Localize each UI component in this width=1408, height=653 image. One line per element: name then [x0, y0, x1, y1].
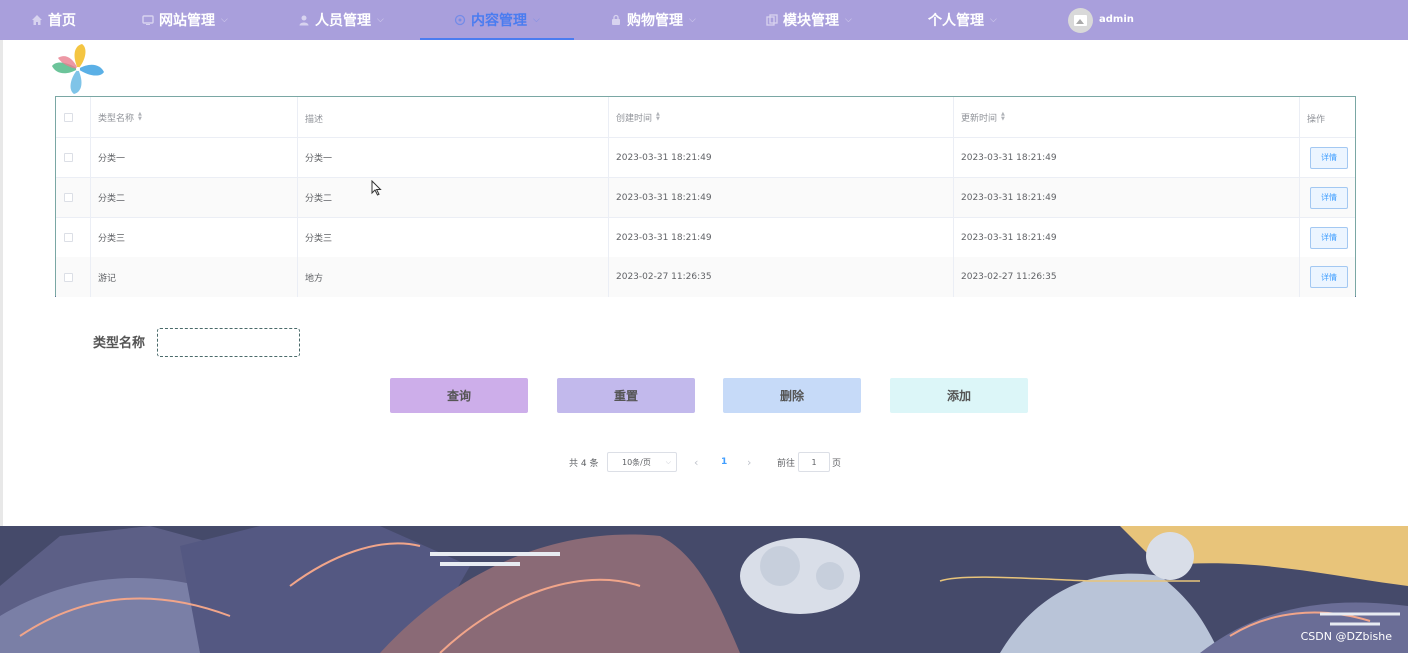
row-checkbox[interactable]: [64, 233, 73, 242]
cell-updated: 2023-03-31 18:21:49: [954, 178, 1300, 217]
row-checkbox[interactable]: [64, 272, 73, 282]
nav-item-module[interactable]: 模块管理 ⌵: [766, 0, 852, 40]
cell-desc: 分类一: [298, 138, 609, 177]
chevron-down-icon: ⌵: [845, 15, 852, 25]
cell-name: 分类三: [91, 218, 298, 257]
user-name[interactable]: admin: [1099, 0, 1134, 40]
detail-button[interactable]: 详情: [1310, 186, 1348, 209]
watermark: CSDN @DZbishe: [1300, 630, 1392, 643]
detail-button[interactable]: 详情: [1310, 266, 1348, 288]
nav-label: 网站管理: [159, 13, 215, 29]
table-row: 分类二 分类二 2023-03-31 18:21:49 2023-03-31 1…: [56, 178, 1355, 218]
image-icon: [1074, 15, 1087, 26]
table-row: 分类三 分类三 2023-03-31 18:21:49 2023-03-31 1…: [56, 218, 1355, 258]
nav-item-content[interactable]: 内容管理 ⌵: [420, 0, 574, 40]
cell-name: 游记: [91, 257, 298, 297]
content-icon: [454, 14, 466, 26]
chevron-down-icon: ⌵: [990, 15, 997, 25]
cell-updated: 2023-03-31 18:21:49: [954, 218, 1300, 257]
active-underline: [420, 38, 574, 40]
chevron-down-icon: ⌵: [221, 15, 228, 25]
cell-name: 分类二: [91, 178, 298, 217]
table-header: 类型名称 ▲ ▼ 描述 创建时间 ▲ ▼ 更新时间 ▲ ▼ 操作: [56, 97, 1355, 138]
sort-icon[interactable]: ▲ ▼: [138, 112, 142, 122]
type-name-input[interactable]: [157, 328, 300, 357]
select-all-checkbox[interactable]: [64, 112, 73, 122]
column-header-name[interactable]: 类型名称 ▲ ▼: [91, 97, 298, 137]
page-size-select[interactable]: 10条/页 ⌵: [607, 452, 677, 472]
next-page-button[interactable]: ›: [747, 452, 751, 472]
nav-label: 首页: [48, 13, 76, 29]
query-button[interactable]: 查询: [390, 378, 528, 413]
chevron-down-icon: ⌵: [377, 15, 384, 25]
prev-page-button[interactable]: ‹: [694, 452, 698, 472]
category-table: 类型名称 ▲ ▼ 描述 创建时间 ▲ ▼ 更新时间 ▲ ▼ 操作 分类一 分类一 20…: [55, 96, 1356, 297]
mouse-cursor-icon: [371, 180, 382, 196]
cell-desc: 地方: [298, 257, 609, 297]
cell-updated: 2023-02-27 11:26:35: [954, 257, 1300, 297]
left-edge: [0, 40, 3, 526]
cell-created: 2023-02-27 11:26:35: [609, 257, 954, 297]
column-header-desc: 描述: [298, 97, 609, 137]
row-checkbox[interactable]: [64, 193, 73, 202]
chevron-down-icon: ⌵: [533, 15, 540, 25]
cell-created: 2023-03-31 18:21:49: [609, 138, 954, 177]
nav-label: 内容管理: [471, 13, 527, 29]
cell-created: 2023-03-31 18:21:49: [609, 178, 954, 217]
add-button[interactable]: 添加: [890, 378, 1028, 413]
lock-icon: [612, 14, 620, 25]
cell-desc: 分类三: [298, 218, 609, 257]
nav-item-personal[interactable]: 个人管理 ⌵: [928, 0, 997, 40]
pagination-total: 共 4 条: [569, 458, 599, 469]
user-icon: [299, 15, 309, 26]
nav-label: 购物管理: [627, 13, 683, 29]
row-checkbox[interactable]: [64, 153, 73, 162]
nav-label: 模块管理: [783, 13, 839, 29]
detail-button[interactable]: 详情: [1310, 146, 1348, 169]
home-icon: [32, 15, 42, 25]
cell-name: 分类一: [91, 138, 298, 177]
table-row: 游记 地方 2023-02-27 11:26:35 2023-02-27 11:…: [56, 257, 1355, 297]
nav-label: 人员管理: [315, 13, 371, 29]
page-number[interactable]: 1: [721, 452, 727, 472]
search-label: 类型名称: [93, 336, 146, 351]
goto-suffix: 页: [832, 458, 842, 469]
mountain-cloud-banner: [0, 526, 1408, 653]
nav-item-staff[interactable]: 人员管理 ⌵: [298, 0, 384, 40]
sort-icon[interactable]: ▲ ▼: [656, 112, 660, 122]
goto-prefix: 前往: [777, 458, 796, 469]
column-header-created[interactable]: 创建时间 ▲ ▼: [609, 97, 954, 137]
delete-button[interactable]: 删除: [723, 378, 861, 413]
nav-item-site[interactable]: 网站管理 ⌵: [142, 0, 228, 40]
column-header-action: 操作: [1307, 114, 1326, 125]
cell-desc: 分类二: [298, 178, 609, 217]
chevron-down-icon: ⌵: [689, 15, 696, 25]
detail-button[interactable]: 详情: [1310, 226, 1348, 249]
goto-page-input[interactable]: 1: [798, 452, 830, 472]
avatar[interactable]: [1068, 8, 1093, 33]
chevron-down-icon: ⌵: [665, 458, 671, 466]
cell-updated: 2023-03-31 18:21:49: [954, 138, 1300, 177]
reset-button[interactable]: 重置: [557, 378, 695, 413]
monitor-icon: [142, 15, 154, 25]
table-row: 分类一 分类一 2023-03-31 18:21:49 2023-03-31 1…: [56, 138, 1355, 178]
nav-item-shopping[interactable]: 购物管理 ⌵: [610, 0, 696, 40]
cell-created: 2023-03-31 18:21:49: [609, 218, 954, 257]
top-nav: 首页 网站管理 ⌵ 人员管理 ⌵ 内容管理 ⌵ 购物管理 ⌵ 模块管理 ⌵ 个人…: [0, 0, 1408, 40]
pinwheel-logo: [52, 44, 104, 94]
copy-icon: [766, 14, 778, 26]
sort-icon[interactable]: ▲ ▼: [1001, 112, 1005, 122]
column-header-updated[interactable]: 更新时间 ▲ ▼: [954, 97, 1300, 137]
nav-item-home[interactable]: 首页: [31, 0, 76, 40]
nav-label: 个人管理: [928, 13, 984, 29]
